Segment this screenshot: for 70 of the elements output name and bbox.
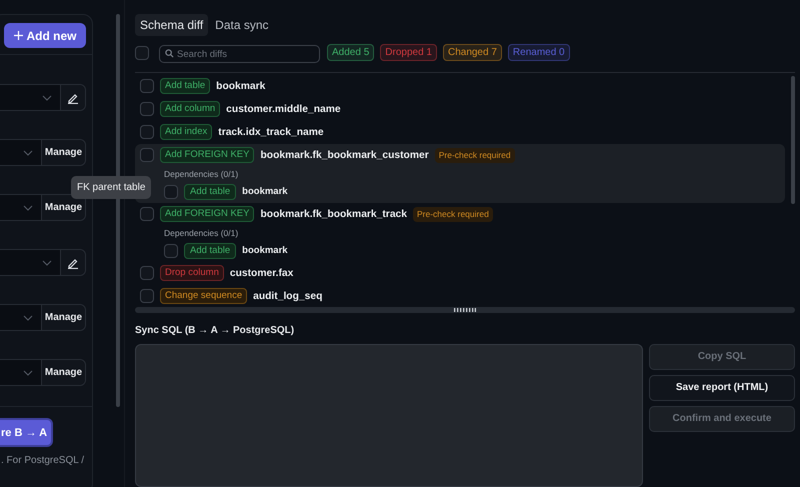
change-tag: Drop column (160, 265, 224, 282)
dependencies-label: Dependencies (0/1) (164, 226, 240, 240)
dropdown-field[interactable] (0, 85, 61, 110)
search-field[interactable]: Search diffs (159, 45, 320, 64)
change-tag: Add table (184, 184, 236, 200)
change-tag: Change sequence (160, 288, 248, 304)
diff-row[interactable]: Add table bookmark (135, 74, 785, 98)
change-tag: Add FOREIGN KEY (160, 147, 254, 164)
tab[interactable]: Data sync (210, 14, 274, 36)
tooltip: FK parent table (71, 176, 152, 199)
row-checkbox[interactable] (140, 148, 154, 162)
scrollbar[interactable] (791, 76, 795, 204)
dependency-checkbox[interactable] (164, 184, 178, 199)
dropdown-field[interactable] (0, 250, 61, 275)
dependencies-label: Dependencies (0/1) (164, 168, 240, 181)
dropdown-field[interactable] (0, 360, 42, 385)
add-new-button[interactable]: Add new (4, 23, 86, 48)
object-name: bookmark.fk_bookmark_customer (260, 148, 429, 162)
change-tag: Add column (160, 101, 220, 118)
pencil-icon (67, 92, 79, 104)
change-tag: Add FOREIGN KEY (160, 206, 254, 222)
change-tag: Add index (160, 124, 212, 140)
chevron-down-icon (23, 150, 33, 156)
diff-row[interactable]: Add FOREIGN KEY bookmark.fk_bookmark_track Pre-check required Dependencies (0/1) Add table bookmark (135, 202, 785, 262)
diff-row[interactable]: Add column customer.middle_name (135, 98, 785, 121)
chevron-down-icon (23, 314, 33, 320)
dependency-checkbox[interactable] (164, 244, 178, 258)
object-name: customer.middle_name (226, 102, 341, 116)
object-name: track.idx_track_name (218, 126, 324, 139)
run-button[interactable]: re B → A (0, 418, 53, 447)
filter-chip[interactable]: Dropped 1 (380, 44, 437, 62)
pencil-icon (67, 256, 79, 268)
object-name: audit_log_seq (253, 290, 322, 303)
chevron-down-icon (23, 204, 33, 210)
diff-row[interactable]: Change sequence audit_log_seq (135, 284, 785, 308)
sql-textarea[interactable] (135, 344, 643, 487)
search-icon (165, 48, 174, 58)
object-name: bookmark (242, 244, 288, 258)
diff-row[interactable]: Add index track.idx_track_name (135, 120, 785, 144)
resize-handle[interactable] (135, 307, 795, 314)
action-button[interactable]: Save report (HTML) (649, 374, 795, 401)
tab[interactable]: Schema diff (135, 14, 208, 36)
row-checkbox[interactable] (140, 125, 154, 140)
precheck-badge: Pre-check required (413, 206, 493, 222)
row-checkbox[interactable] (140, 289, 154, 304)
dropdown-field[interactable] (0, 195, 42, 220)
change-tag: Add table (184, 242, 236, 259)
section-title: Sync SQL (B → A → PostgreSQL) (135, 325, 296, 338)
dropdown-field[interactable] (0, 140, 42, 165)
dropdown-field[interactable] (0, 305, 42, 330)
plus-icon (14, 31, 22, 40)
object-name: bookmark.fk_bookmark_track (260, 208, 407, 221)
precheck-badge: Pre-check required (434, 148, 515, 163)
object-name: customer.fax (230, 266, 294, 280)
chevron-down-icon (42, 94, 52, 100)
filter-chip[interactable]: Added 5 (327, 44, 374, 62)
filter-chip[interactable]: Changed 7 (442, 44, 502, 62)
row-checkbox[interactable] (140, 102, 154, 116)
change-tag: Add table (160, 78, 210, 94)
chevron-down-icon (42, 260, 52, 266)
chevron-down-icon (23, 370, 33, 376)
object-name: bookmark (216, 80, 266, 93)
object-name: bookmark (242, 185, 288, 198)
grip-icon (454, 308, 476, 312)
row-checkbox[interactable] (140, 266, 154, 280)
note-text: . For PostgreSQL / (0, 455, 85, 466)
diff-row[interactable]: Drop column customer.fax (135, 262, 785, 285)
row-checkbox[interactable] (140, 207, 154, 222)
row-checkbox[interactable] (140, 79, 154, 94)
select-all-checkbox[interactable] (135, 46, 149, 60)
